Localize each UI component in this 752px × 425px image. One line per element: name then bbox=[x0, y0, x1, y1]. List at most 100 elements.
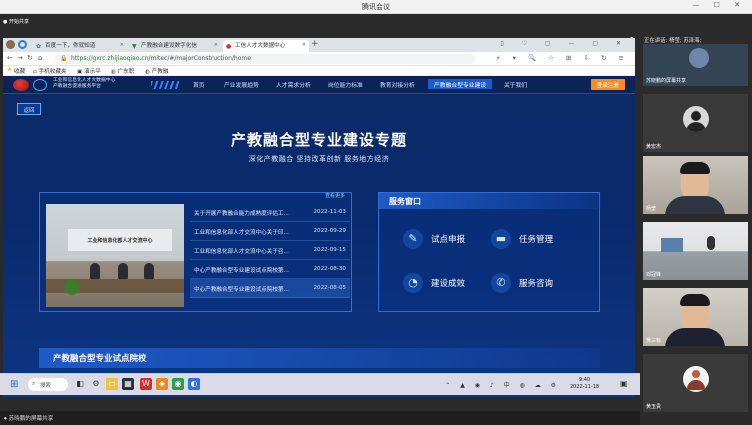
news-list: 关于开展产教融合能力成熟度评估工... 2022-11-03 工业和信息化部人才交… bbox=[190, 203, 350, 298]
participant-name: 苏晓鹏的屏幕共享 bbox=[646, 78, 687, 84]
apply-icon: ✎ bbox=[403, 229, 423, 249]
notification-icon[interactable]: ▣ bbox=[620, 379, 628, 388]
taskbar-clock[interactable]: 9:40 2022-11-18 bbox=[570, 377, 599, 391]
participants-panel: ▮ 正在讲话: 杨莹; 苏泽海; 苏晓鹏的屏幕共享 黄宏杰 杨莹 邓冠锋 黄三标… bbox=[630, 14, 752, 425]
logo-icon bbox=[13, 79, 29, 91]
nav-edu-analysis[interactable]: 教育对接分析 bbox=[380, 80, 415, 89]
emblem-icon bbox=[33, 79, 47, 91]
back-arrow-icon[interactable]: ← bbox=[7, 54, 13, 62]
room-screen bbox=[661, 238, 683, 252]
browser-avatar-icon[interactable] bbox=[6, 40, 15, 49]
hero-subtitle: 深化产教融合 坚持改革创新 服务地方经济 bbox=[248, 155, 390, 163]
browser-window: ✿ 百度一下，你就知道 ✕ ▼ 产教融合建设数字化信 ✕ ● 工信人才大数据中心… bbox=[3, 38, 635, 397]
windows-start-icon[interactable]: ⊞ bbox=[10, 379, 18, 390]
tab-chanjiao[interactable]: ▼ 产教融合建设数字化信 ✕ bbox=[129, 40, 221, 52]
tab-baidu[interactable]: ✿ 百度一下，你就知道 ✕ bbox=[33, 40, 127, 52]
avatar bbox=[689, 48, 709, 68]
url-input[interactable]: 🔒 https://gxrc.zhijiaoqiao.cn/mitec/#/ma… bbox=[55, 54, 475, 64]
bookmark-item[interactable]: ▣ 演示平 bbox=[77, 67, 101, 75]
bookmark-item[interactable]: ◍ 广东职 bbox=[111, 67, 134, 75]
panel-pin-icon[interactable]: ▮ bbox=[630, 36, 633, 43]
news-photo[interactable]: 工业和信息化部人才交流中心 bbox=[46, 204, 184, 307]
body bbox=[665, 328, 725, 346]
participant-tile[interactable]: 黄三标 bbox=[643, 288, 748, 346]
hair bbox=[680, 162, 710, 174]
bookmark-item[interactable]: 收藏 bbox=[14, 67, 25, 75]
meeting-bottom-bar: ⏺ 苏晓鹏的屏幕共享 bbox=[0, 411, 640, 425]
lock-icon: 🔒 bbox=[60, 55, 68, 62]
photo-banner: 工业和信息化部人才交流中心 bbox=[68, 229, 172, 251]
taskbar-search[interactable]: ⌕ 搜索 bbox=[28, 378, 68, 391]
meeting-app-icon[interactable]: ◐ bbox=[188, 378, 200, 390]
person-figure bbox=[144, 263, 154, 279]
nav-job-standard[interactable]: 岗位能力标准 bbox=[328, 80, 363, 89]
wps-icon[interactable]: W bbox=[140, 378, 152, 390]
participant-tile[interactable]: 黄宏杰 bbox=[643, 94, 748, 152]
back-button[interactable]: 返回 bbox=[17, 103, 41, 115]
participant-tile[interactable]: 邓冠锋 bbox=[643, 222, 748, 280]
bookmark-star-icon[interactable]: ★ bbox=[7, 67, 12, 73]
share-label: 开始共享 bbox=[8, 19, 29, 25]
reload-icon[interactable]: ↻ bbox=[27, 54, 33, 62]
participant-tile[interactable]: 苏晓鹏的屏幕共享 bbox=[643, 44, 748, 86]
ime-indicator: 中 bbox=[503, 382, 514, 389]
url-host: https://gxrc.zhijiaoqiao.cn bbox=[71, 55, 149, 62]
baidu-paw-icon: ✿ bbox=[36, 43, 42, 50]
nav-about[interactable]: 关于我们 bbox=[504, 80, 527, 89]
file-explorer-icon[interactable]: ▭ bbox=[106, 378, 118, 390]
nav-major-construction[interactable]: 产教融合型专业建设 bbox=[428, 79, 493, 89]
news-item[interactable]: 关于开展产教融合能力成熟度评估工... 2022-11-03 bbox=[190, 203, 350, 222]
news-item[interactable]: 中心产教融合型专业建设试点院校第... 2022-08-05 bbox=[190, 279, 350, 298]
more-link[interactable]: 查看更多 bbox=[325, 192, 345, 199]
news-panel: 查看更多 工业和信息化部人才交流中心 关于开展产教融合能力成熟度评估工... 20… bbox=[39, 192, 352, 312]
participant-name: 邓冠锋 bbox=[646, 272, 662, 278]
participant-tile[interactable]: 黄玉贵 bbox=[643, 354, 748, 412]
avatar bbox=[683, 366, 709, 392]
settings-icon[interactable]: ⚙ bbox=[90, 378, 102, 390]
hero-title: 产教融合型专业建设专题 bbox=[230, 131, 407, 149]
login-button[interactable]: 登录注册 bbox=[590, 79, 625, 90]
close-icon[interactable]: ✕ bbox=[214, 42, 218, 48]
new-tab-button[interactable]: + bbox=[311, 39, 319, 49]
meeting-window-title: 腾讯会议 bbox=[362, 3, 390, 11]
browser-ext-icon[interactable] bbox=[18, 40, 27, 49]
forward-arrow-icon[interactable]: → bbox=[17, 54, 23, 62]
shield-icon: ▼ bbox=[132, 43, 137, 50]
home-icon[interactable]: ⌂ bbox=[38, 54, 42, 62]
app-icon[interactable]: ◈ bbox=[156, 378, 168, 390]
nav-industry-trend[interactable]: 产业发展趋势 bbox=[224, 80, 259, 89]
tab-gongxin[interactable]: ● 工信人才大数据中心 ✕ bbox=[223, 40, 309, 52]
site-name-line2: 产教融合促进服务平台 bbox=[53, 84, 101, 89]
app-icon[interactable]: ▦ bbox=[122, 378, 134, 390]
bookmark-item[interactable]: ▫ 手机收藏夹 bbox=[33, 67, 67, 75]
plant-decor bbox=[64, 279, 80, 295]
service-panel: 服务窗口 ✎ 试点申报 ▬ 任务管理 ◔ 建设成效 ✆ 服务咨询 bbox=[378, 192, 601, 312]
avatar bbox=[683, 106, 709, 132]
address-bar: ← → ↻ ⌂ 🔒 https://gxrc.zhijiaoqiao.cn/mi… bbox=[3, 52, 635, 66]
toolbar-icons[interactable]: ⚡ ▾ 🔍 ☆ ⊞ ⇩ ↻ ≡ bbox=[496, 54, 629, 62]
news-item[interactable]: 中心产教融合型专业建设试点院校第... 2022-08-30 bbox=[190, 260, 350, 279]
news-item[interactable]: 工业和信息化部人才交流中心关于印... 2022-09-29 bbox=[190, 222, 350, 241]
web-page: 工业和信息化人才大数据中心 产教融合促进服务平台 首页 产业发展趋势 人才需求分… bbox=[3, 76, 635, 397]
task-view-icon[interactable]: ◧ bbox=[74, 378, 86, 390]
participant-name: 黄三标 bbox=[646, 338, 662, 344]
tab-label: 产教融合建设数字化信 bbox=[141, 43, 197, 49]
browser-window-controls[interactable]: ▯ ♡ ▢ — ▢ ✕ bbox=[500, 40, 629, 47]
news-item[interactable]: 工业和信息化部人才交流中心关于召... 2022-09-15 bbox=[190, 241, 350, 260]
decor-stripes bbox=[151, 81, 179, 89]
pie-icon: ◔ bbox=[403, 273, 423, 293]
participant-name: 黄玉贵 bbox=[646, 404, 662, 410]
tab-bar: ✿ 百度一下，你就知道 ✕ ▼ 产教融合建设数字化信 ✕ ● 工信人才大数据中心… bbox=[3, 38, 635, 52]
browser-icon[interactable]: ◉ bbox=[172, 378, 184, 390]
bookmark-item[interactable]: ◍ 产教融 bbox=[145, 67, 168, 75]
system-tray[interactable]: ⌃ ▲ ◉ ♪ 中 ◍ ☁ ⚙ bbox=[445, 380, 560, 389]
close-icon[interactable]: ✕ bbox=[302, 42, 306, 48]
person-figure bbox=[118, 263, 128, 279]
nav-home[interactable]: 首页 bbox=[193, 80, 205, 89]
participant-name: 杨莹 bbox=[646, 206, 657, 212]
window-controls[interactable]: — ☐ ✕ bbox=[692, 1, 746, 9]
clock-date: 2022-11-18 bbox=[570, 384, 600, 390]
nav-talent-demand[interactable]: 人才需求分析 bbox=[276, 80, 311, 89]
close-icon[interactable]: ✕ bbox=[120, 42, 124, 48]
participant-tile[interactable]: 杨莹 bbox=[643, 156, 748, 214]
